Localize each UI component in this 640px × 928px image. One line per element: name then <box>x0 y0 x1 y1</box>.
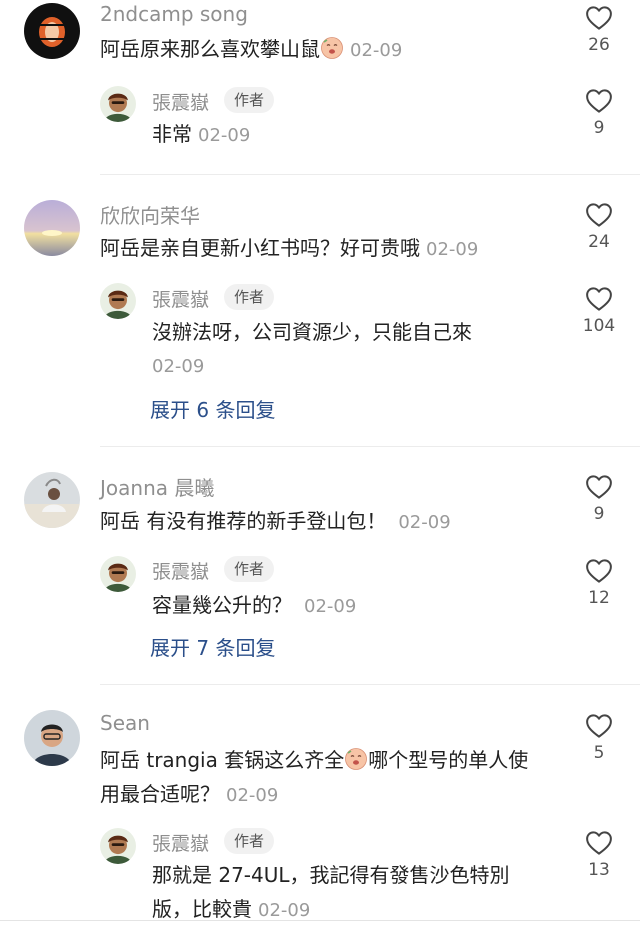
like-count: 26 <box>588 35 610 55</box>
heart-icon <box>584 3 614 33</box>
reply-date: 02-09 <box>304 596 357 617</box>
reply-like-button[interactable]: 13 <box>574 828 624 880</box>
author-avatar[interactable] <box>100 828 136 864</box>
reply-date: 02-09 <box>198 125 251 146</box>
reply-body: 版，比較貴 <box>152 897 252 921</box>
like-count: 9 <box>593 504 605 524</box>
comment-username[interactable]: Joanna 晨曦 <box>100 472 214 501</box>
comment-text: 阿岳是亲自更新小红书吗？好可贵哦 02-09 <box>100 231 478 267</box>
reply-text: 非常 02-09 <box>152 117 250 153</box>
like-button[interactable]: 5 <box>574 711 624 763</box>
thread-divider <box>100 684 640 685</box>
thread-divider <box>100 446 640 447</box>
thread-divider <box>100 174 640 175</box>
comment-body: 阿岳原来那么喜欢攀山鼠 <box>100 37 320 61</box>
like-button[interactable]: 9 <box>574 472 624 524</box>
expand-replies-button[interactable]: 展开 6 条回复 <box>150 394 275 423</box>
reply-like-button[interactable]: 104 <box>574 284 624 336</box>
comment-text: 阿岳原来那么喜欢攀山鼠 02-09 <box>100 32 402 68</box>
reply-like-button[interactable]: 9 <box>574 86 624 138</box>
avatar[interactable] <box>24 3 80 59</box>
face-emoji-icon <box>320 36 344 60</box>
like-count: 24 <box>588 232 610 252</box>
reply-body: 沒辦法呀，公司資源少，只能自己來 <box>152 320 472 344</box>
bottom-divider <box>0 920 640 921</box>
author-avatar[interactable] <box>100 86 136 122</box>
heart-icon <box>584 284 614 314</box>
heart-icon <box>584 200 614 230</box>
heart-icon <box>584 86 614 116</box>
comment-date: 02-09 <box>398 512 451 533</box>
like-count: 104 <box>582 316 616 336</box>
face-emoji-icon <box>344 747 368 771</box>
reply-text: 容量幾公升的？ 02-09 <box>152 588 356 624</box>
comment-username[interactable]: 欣欣向荣华 <box>100 200 200 229</box>
comment-date: 02-09 <box>226 785 279 806</box>
reply-body: 容量幾公升的？ <box>152 593 292 617</box>
reply-like-button[interactable]: 12 <box>574 556 624 608</box>
author-badge: 作者 <box>224 87 275 113</box>
comment-date: 02-09 <box>350 40 403 61</box>
author-badge: 作者 <box>224 284 275 310</box>
reply-body: 非常 <box>152 122 192 146</box>
comment-text: 阿岳 有没有推荐的新手登山包！ 02-09 <box>100 504 451 540</box>
comment-username[interactable]: 2ndcamp song <box>100 2 248 26</box>
author-badge: 作者 <box>224 556 275 582</box>
comment-body: 阿岳是亲自更新小红书吗？好可贵哦 <box>100 236 420 260</box>
comment-body: 阿岳 trangia 套锅这么齐全 <box>100 748 345 772</box>
heart-icon <box>584 556 614 586</box>
reply-body: 那就是 27-4UL，我記得有發售沙色特別 <box>152 863 510 887</box>
comment-body: 哪个型号的单人使 <box>368 748 529 772</box>
author-avatar[interactable] <box>100 283 136 319</box>
reply-username[interactable]: 張震嶽 <box>152 829 209 856</box>
heart-icon <box>584 828 614 858</box>
like-count: 13 <box>588 860 610 880</box>
expand-replies-button[interactable]: 展开 7 条回复 <box>150 632 275 661</box>
comment-text: 阿岳 trangia 套锅这么齐全 哪个型号的单人使用最合适呢？ 02-09 <box>100 743 560 813</box>
reply-username[interactable]: 張震嶽 <box>152 557 209 584</box>
reply-text: 那就是 27-4UL，我記得有發售沙色特別 版，比較貴 02-09 <box>152 858 552 928</box>
reply-date: 02-09 <box>152 356 205 377</box>
author-badge: 作者 <box>224 828 275 854</box>
avatar[interactable] <box>24 200 80 256</box>
avatar[interactable] <box>24 710 80 766</box>
reply-username[interactable]: 張震嶽 <box>152 285 209 312</box>
like-count: 9 <box>593 118 605 138</box>
reply-date: 02-09 <box>258 900 311 921</box>
comment-username[interactable]: Sean <box>100 711 150 735</box>
comment-date: 02-09 <box>426 239 479 260</box>
reply-username[interactable]: 張震嶽 <box>152 88 209 115</box>
comment-body: 用最合适呢？ <box>100 782 220 806</box>
like-count: 5 <box>593 743 605 763</box>
like-count: 12 <box>588 588 610 608</box>
author-avatar[interactable] <box>100 556 136 592</box>
like-button[interactable]: 26 <box>574 3 624 55</box>
avatar[interactable] <box>24 472 80 528</box>
comment-body: 阿岳 有没有推荐的新手登山包！ <box>100 509 387 533</box>
like-button[interactable]: 24 <box>574 200 624 252</box>
heart-icon <box>584 472 614 502</box>
heart-icon <box>584 711 614 741</box>
